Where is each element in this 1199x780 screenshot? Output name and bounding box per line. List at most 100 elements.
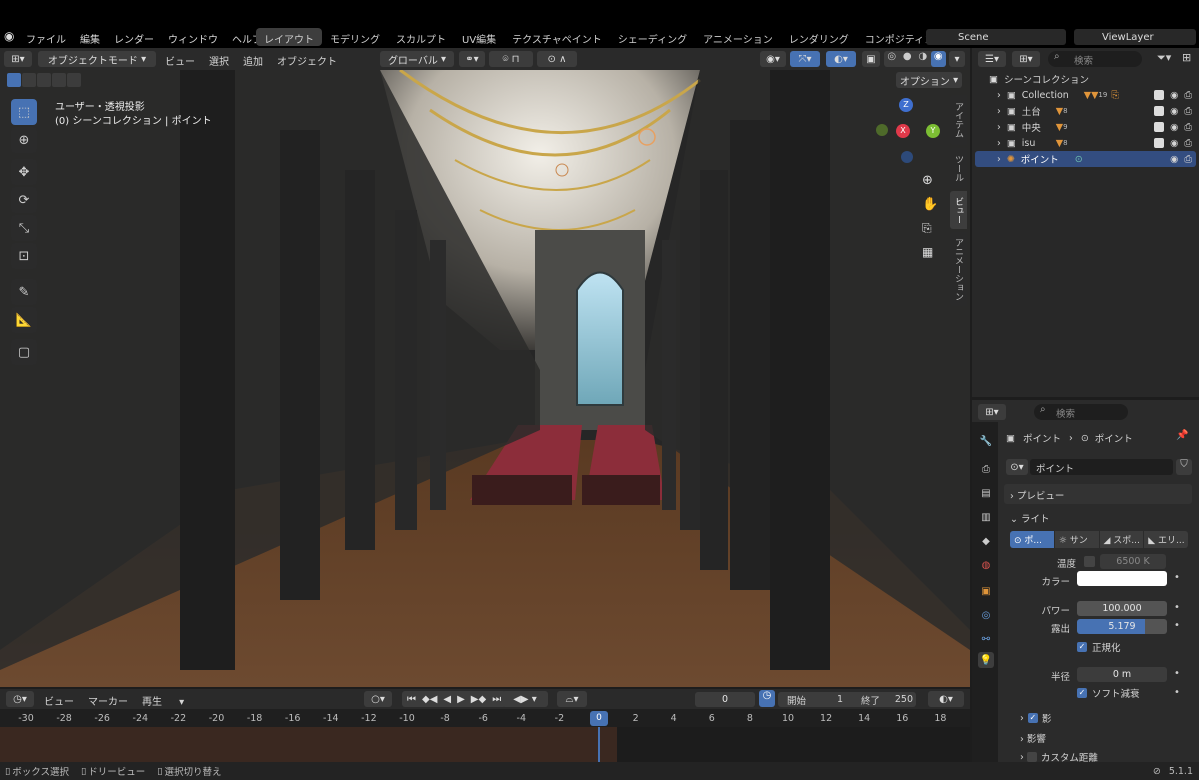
tab-rendering[interactable]: レンダリング: [781, 28, 857, 46]
render-camera-icon[interactable]: ⎙: [1184, 106, 1192, 117]
eye-icon[interactable]: ◉: [1170, 90, 1178, 101]
checkbox-checked-icon[interactable]: ✓: [1027, 713, 1038, 723]
expand-chevron-icon[interactable]: ›: [997, 90, 1001, 101]
view-layer-tab-icon[interactable]: ▥: [978, 509, 994, 525]
tab-shading[interactable]: シェーディング: [610, 28, 695, 46]
temperature-checkbox[interactable]: [1084, 556, 1095, 567]
tab-texture-paint[interactable]: テクスチャペイント: [504, 28, 610, 46]
eye-icon[interactable]: ◉: [1170, 138, 1178, 149]
perspective-grid-icon[interactable]: ▦: [922, 245, 933, 259]
viewport-menu-view[interactable]: ビュー: [165, 53, 195, 68]
light-panel-header[interactable]: ⌄ ライト: [1004, 507, 1192, 527]
snap-toggle[interactable]: ⌾ ⊓: [489, 51, 533, 67]
render-camera-icon[interactable]: ⎙: [1184, 154, 1192, 165]
gizmo-toggle[interactable]: ⤧▾: [790, 51, 820, 67]
world-tab-icon[interactable]: ◍: [978, 557, 994, 573]
jump-start-icon[interactable]: ⏮: [407, 694, 416, 705]
gizmo-neg-y-axis[interactable]: [876, 124, 888, 136]
shading-rendered-icon[interactable]: ◉: [930, 51, 946, 67]
pivot-dropdown[interactable]: ⚭▾: [459, 51, 485, 67]
prev-keyframe-icon[interactable]: ◆◀: [422, 694, 437, 705]
timeline-editor-type[interactable]: ◷▾: [6, 691, 34, 707]
color-swatch[interactable]: [1077, 571, 1167, 586]
outliner-root[interactable]: ▣ シーンコレクション: [975, 71, 1196, 87]
eye-icon[interactable]: ◉: [1170, 122, 1178, 133]
render-camera-icon[interactable]: ⎙: [1184, 138, 1192, 149]
tool-tab-icon[interactable]: 🔧: [978, 433, 994, 449]
radius-field[interactable]: 0 m: [1077, 667, 1167, 682]
normalize-checkbox[interactable]: ✓ 正規化: [1077, 640, 1121, 654]
menu-render[interactable]: レンダー: [114, 31, 154, 46]
fake-user-icon[interactable]: ⛉: [1176, 459, 1192, 475]
tab-layout[interactable]: レイアウト: [256, 28, 322, 46]
checkbox-icon[interactable]: [1154, 90, 1165, 100]
gizmo-neg-z-axis[interactable]: [901, 151, 913, 163]
xray-toggle[interactable]: ▣: [862, 51, 880, 67]
scene-tab-icon[interactable]: ◆: [978, 533, 994, 549]
zoom-icon[interactable]: ⊕: [922, 173, 933, 188]
light-data-selector[interactable]: ⊙▾: [1006, 459, 1028, 475]
tab-uv[interactable]: UV編集: [454, 28, 504, 46]
expand-chevron-icon[interactable]: ›: [997, 106, 1001, 117]
keyframe-nav-buttons[interactable]: ◀▶ ▾: [502, 691, 548, 707]
select-box-tool[interactable]: ⬚: [11, 99, 37, 125]
light-data-tab-icon[interactable]: 💡: [978, 652, 994, 668]
outliner-row-point[interactable]: › ✺ ポイント ⊙ ◉ ⎙: [975, 151, 1196, 167]
outliner-editor-type[interactable]: ☰▾: [978, 51, 1006, 67]
end-frame-field[interactable]: 250: [891, 694, 913, 705]
gizmo-y-axis[interactable]: Y: [926, 124, 940, 138]
exposure-slider[interactable]: 5.179: [1077, 619, 1167, 634]
outliner-row-chuo[interactable]: › ▣ 中央 ▼ 9 ◉ ⎙: [975, 119, 1196, 135]
play-reverse-icon[interactable]: ◀: [443, 694, 451, 705]
viewport-menu-object[interactable]: オブジェクト: [277, 53, 337, 68]
move-tool[interactable]: ✥: [11, 159, 37, 185]
add-cube-tool[interactable]: ▢: [11, 339, 37, 365]
shadow-subpanel[interactable]: › ✓ 影: [1020, 711, 1051, 726]
light-type-point[interactable]: ⊙ ポ...: [1010, 531, 1054, 548]
outliner-row-isu[interactable]: › ▣ isu ▼ 8 ◉ ⎙: [975, 135, 1196, 151]
light-type-area[interactable]: ◣ エリ...: [1144, 531, 1188, 548]
properties-search[interactable]: 検索: [1034, 404, 1128, 420]
gizmo-z-axis[interactable]: Z: [899, 98, 913, 112]
camera-icon[interactable]: ⎘: [922, 221, 932, 236]
shading-solid-icon[interactable]: ●: [900, 51, 916, 67]
constraints-tab-icon[interactable]: ⚯: [978, 631, 994, 647]
keyframe-dot-icon[interactable]: •: [1174, 620, 1180, 631]
keyframe-dot-icon[interactable]: •: [1174, 602, 1180, 613]
light-type-spot[interactable]: ◢ スポ...: [1099, 531, 1144, 548]
gizmo-x-axis[interactable]: X: [896, 124, 910, 138]
visibility-dropdown[interactable]: ◉▾: [760, 51, 786, 67]
select-new-icon[interactable]: [7, 73, 21, 87]
preview-panel-header[interactable]: › プレビュー: [1004, 484, 1192, 504]
select-extend-icon[interactable]: [22, 73, 36, 87]
viewport-menu-select[interactable]: 選択: [209, 53, 229, 68]
annotate-tool[interactable]: ✎: [11, 279, 37, 305]
snapping-dropdown[interactable]: ⌓▾: [557, 691, 587, 707]
auto-keying-toggle[interactable]: ○▾: [364, 691, 392, 707]
editor-type-button[interactable]: ⊞▾: [4, 51, 32, 67]
checkbox-icon[interactable]: [1154, 138, 1165, 148]
shading-wireframe-icon[interactable]: ◎: [884, 51, 900, 67]
outliner-row-collection[interactable]: › ▣ Collection ▼▼ 19 ⎘ ◉ ⎙: [975, 87, 1196, 103]
render-camera-icon[interactable]: ⎙: [1184, 90, 1192, 101]
temperature-field[interactable]: 6500 K: [1100, 554, 1166, 569]
jump-end-icon[interactable]: ⏭: [492, 694, 501, 705]
render-camera-icon[interactable]: ⎙: [1184, 122, 1192, 133]
keyframe-dot-icon[interactable]: •: [1174, 572, 1180, 583]
options-dropdown[interactable]: オプション ▾: [896, 72, 962, 88]
menu-file[interactable]: ファイル: [26, 31, 66, 46]
pan-hand-icon[interactable]: ✋: [922, 197, 938, 212]
mode-dropdown[interactable]: オブジェクトモード ▾: [38, 51, 156, 67]
viewport-menu-add[interactable]: 追加: [243, 53, 263, 68]
tab-sculpt[interactable]: スカルプト: [388, 28, 454, 46]
influence-subpanel[interactable]: › 影響: [1020, 731, 1046, 745]
transform-orientation-dropdown[interactable]: グローバル ▾: [380, 51, 454, 67]
filter-icon[interactable]: ⏷▾: [1157, 51, 1171, 65]
side-tab-view[interactable]: ビュー: [950, 191, 967, 229]
overlay-toggle[interactable]: ◐▾: [826, 51, 856, 67]
render-tab-icon[interactable]: ⎙: [978, 461, 994, 477]
start-frame-field[interactable]: 1: [827, 694, 843, 705]
new-collection-icon[interactable]: ⊞: [1182, 51, 1191, 64]
clock-icon[interactable]: ◷: [759, 690, 775, 707]
object-tab-icon[interactable]: ▣: [978, 583, 994, 599]
